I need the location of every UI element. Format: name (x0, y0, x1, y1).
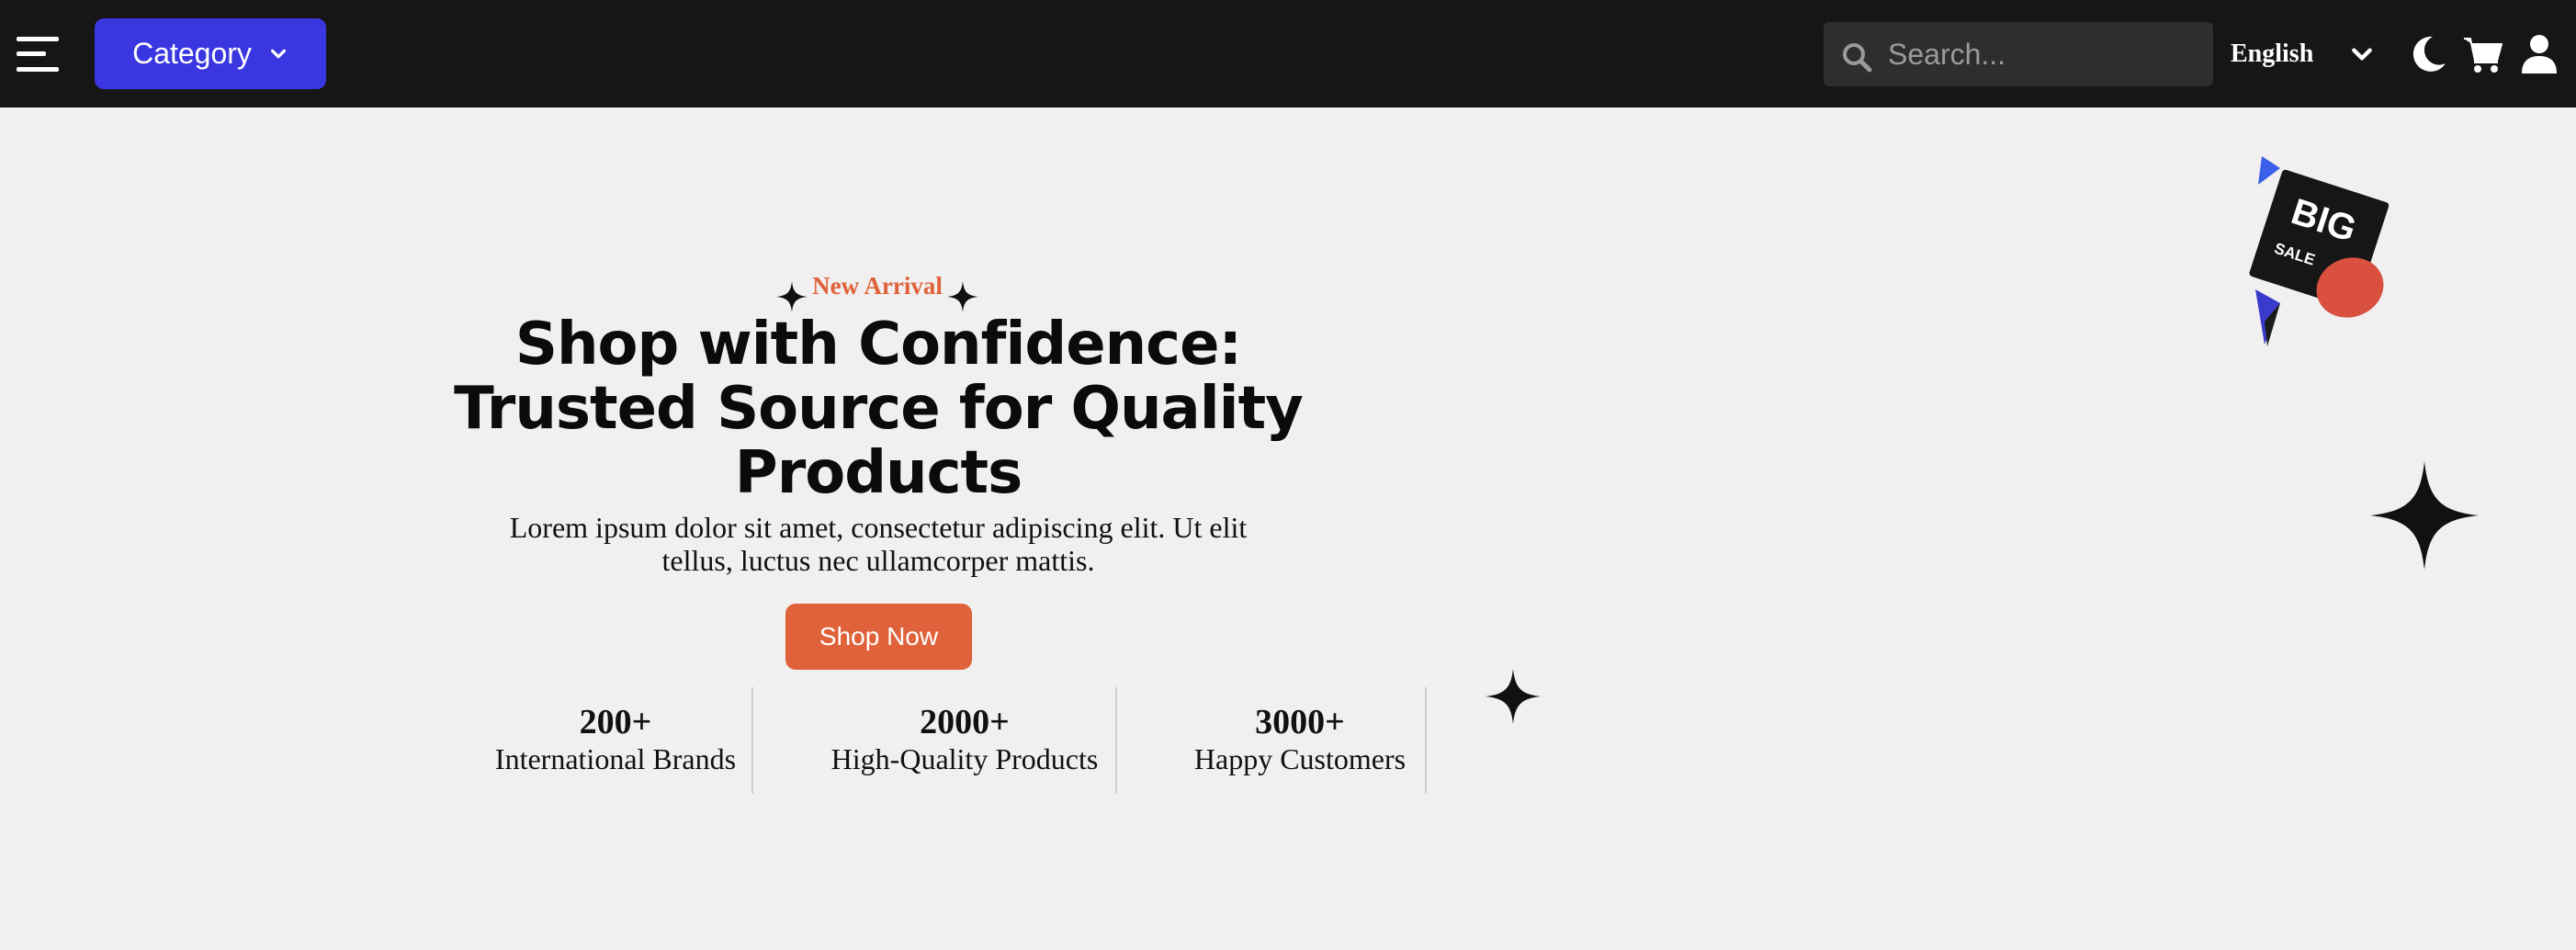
stat-value: 2000+ (920, 703, 1010, 741)
hero-description: Lorem ipsum dolor sit amet, consectetur … (478, 511, 1279, 577)
language-label: English (2231, 40, 2314, 68)
stat-international-brands: 200+ International Brands (478, 684, 753, 795)
search-bar (1824, 22, 2213, 86)
stat-divider (751, 687, 753, 794)
stat-quality-products: 2000+ High-Quality Products (808, 684, 1121, 795)
chevron-down-icon (270, 49, 286, 58)
sparkle-icon (2370, 461, 2479, 570)
stat-divider (1425, 687, 1427, 794)
user-icon[interactable] (2518, 33, 2560, 75)
stat-value: 3000+ (1255, 703, 1345, 741)
stat-label: International Brands (494, 742, 737, 775)
shop-now-button[interactable]: Shop Now (785, 604, 972, 670)
language-selector[interactable]: English (2231, 33, 2374, 75)
stat-divider (1115, 687, 1117, 794)
category-dropdown-button[interactable]: Category (95, 18, 326, 89)
headline-line-1: Shop with Confidence: (514, 311, 1242, 379)
sparkle-icon (947, 281, 978, 312)
description-line-2: tellus, luctus nec ullamcorper mattis. (661, 544, 1095, 577)
hamburger-menu-icon[interactable] (17, 33, 59, 75)
sparkle-icon (1486, 669, 1541, 724)
headline-line-2: Trusted Source for Quality (454, 375, 1304, 443)
stat-label: Happy Customers (1193, 742, 1407, 775)
stat-happy-customers: 3000+ Happy Customers (1158, 684, 1442, 795)
top-navbar: Category English (0, 0, 2576, 107)
cart-icon[interactable] (2462, 33, 2504, 75)
headline-line-3: Products (734, 439, 1022, 507)
stat-label: High-Quality Products (830, 742, 1099, 775)
description-line-1: Lorem ipsum dolor sit amet, consectetur … (509, 511, 1248, 544)
big-sale-badge: BIG SALE (2249, 156, 2390, 346)
stat-value: 200+ (579, 703, 652, 741)
hero-headline: Shop with Confidence: Trusted Source for… (441, 312, 1316, 505)
new-arrival-tag: New Arrival (812, 272, 943, 300)
category-label: Category (132, 37, 252, 70)
search-icon[interactable] (1841, 41, 1872, 73)
chevron-down-icon (2352, 48, 2373, 61)
search-input[interactable] (1888, 22, 2200, 86)
moon-icon[interactable] (2407, 33, 2449, 75)
